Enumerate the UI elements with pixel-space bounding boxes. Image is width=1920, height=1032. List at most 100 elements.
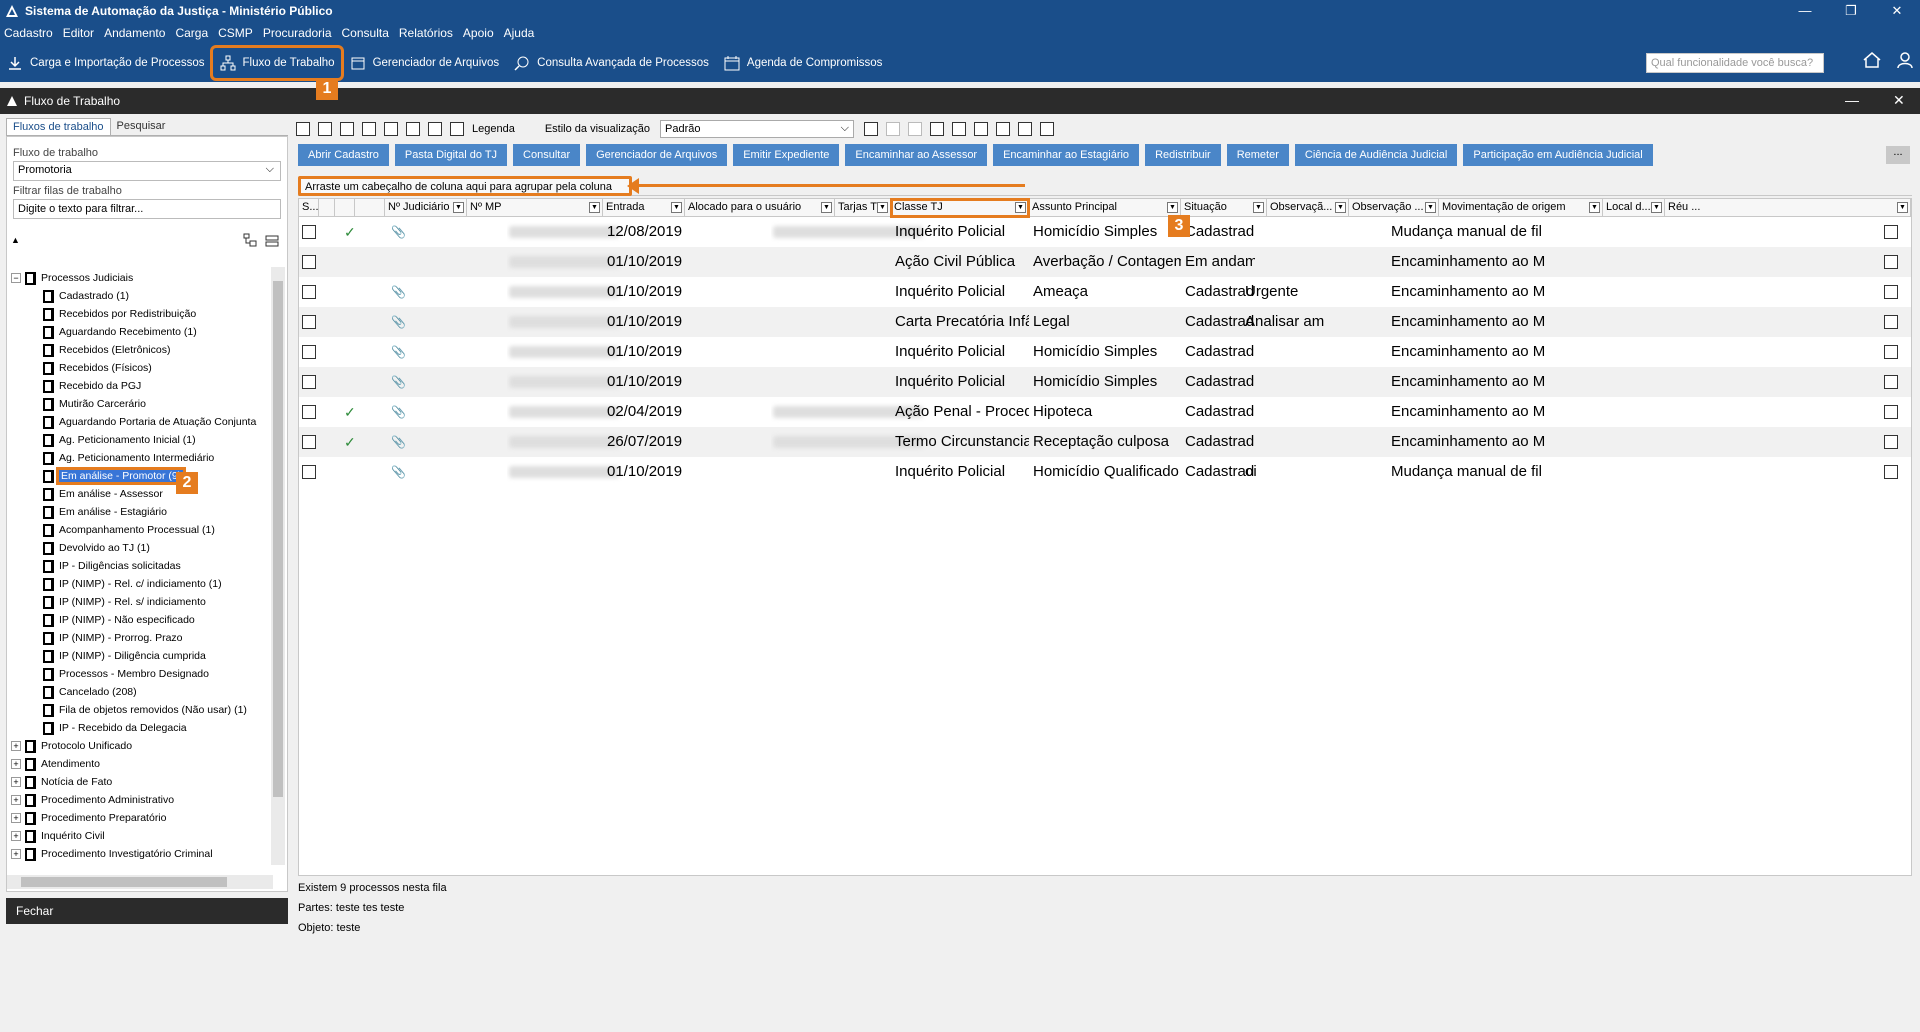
remeter-button[interactable]: Remeter [1226,144,1289,166]
column-header[interactable] [319,199,335,217]
column-header[interactable]: S... [299,199,319,217]
minimize-icon[interactable]: — [1782,3,1828,19]
tree-item[interactable]: IP (NIMP) - Diligência cumprida [7,647,273,665]
table-row[interactable]: 01/10/2019 1 Ação Civil Pública Averbação … [299,247,1911,277]
export-icon[interactable] [406,122,420,136]
tree-item[interactable]: IP - Recebido da Delegacia [7,719,273,737]
tree-item[interactable]: Em análise - Promotor (9) [7,467,273,485]
menu-apoio[interactable]: Apoio [463,26,494,40]
menu-andamento[interactable]: Andamento [104,26,165,40]
fluxo-trabalho-button[interactable]: Fluxo de Trabalho [209,45,344,81]
tree-item[interactable]: + Procedimento Administrativo [7,791,273,809]
tree-item[interactable]: + Procedimento Investigatório Criminal [7,845,273,863]
tree-item[interactable]: Cancelado (208) [7,683,273,701]
collapse-arrow-icon[interactable]: ▲ [11,235,20,245]
reu-checkbox[interactable] [1884,465,1898,479]
tree-item[interactable]: + Protocolo Unificado [7,737,273,755]
menu-cadastro[interactable]: Cadastro [4,26,53,40]
encaminhar-estagiario-button[interactable]: Encaminhar ao Estagiário [993,144,1140,166]
column-header[interactable]: Assunto Principal ▼ [1029,199,1181,217]
filter-dropdown-icon[interactable]: ▼ [1253,202,1264,213]
table-row[interactable]: 📎 01/10/2019 1 Inquérito Policial Homicídio… [299,337,1911,367]
tree-item[interactable]: Ag. Peticionamento Intermediário [7,449,273,467]
close-button[interactable]: Fechar [6,898,288,924]
tree-item[interactable]: IP (NIMP) - Prorrog. Prazo [7,629,273,647]
row-select-checkbox[interactable] [302,465,316,479]
reu-checkbox[interactable] [1884,255,1898,269]
menu-editor[interactable]: Editor [63,26,94,40]
table-row[interactable]: ✓ 📎 02/04/2019 1 Ação Penal - ProcedimeHipo… [299,397,1911,427]
legend-icon[interactable] [450,122,464,136]
tree-item[interactable]: Fila de objetos removidos (Não usar) (1) [7,701,273,719]
stack-icon[interactable] [384,122,398,136]
legend-label[interactable]: Legenda [472,123,515,135]
tab-fluxos[interactable]: Fluxos de trabalho [6,118,111,135]
gerenciador-arquivos-action-button[interactable]: Gerenciador de Arquivos [586,144,728,166]
document-icon[interactable] [952,122,966,136]
tree-item[interactable]: IP (NIMP) - Não especificado [7,611,273,629]
tree-item[interactable]: Recebidos (Físicos) [7,359,273,377]
tree-vertical-scrollbar[interactable] [271,267,285,865]
tree-item[interactable]: Recebido da PGJ [7,377,273,395]
table-row[interactable]: 📎01/10/2019 1Inquérito PolicialAmeaçaCad… [299,277,1911,307]
reu-checkbox[interactable] [1884,225,1898,239]
collapse-tree-icon[interactable] [265,233,279,247]
menu-procuradoria[interactable]: Procuradoria [263,26,332,40]
expand-icon[interactable]: + [11,777,21,787]
feature-search-input[interactable]: Qual funcionalidade você busca? [1646,53,1824,73]
row-select-checkbox[interactable] [302,435,316,449]
menu-relatorios[interactable]: Relatórios [399,26,453,40]
tree-item[interactable]: + Inquérito Civil [7,827,273,845]
expand-icon[interactable]: + [11,795,21,805]
filter-dropdown-icon[interactable]: ▼ [1425,202,1436,213]
column-header[interactable]: Classe TJ ▼ [890,198,1030,218]
expand-icon[interactable]: + [11,759,21,769]
menu-consulta[interactable]: Consulta [342,26,389,40]
expand-icon[interactable]: + [11,849,21,859]
carga-importacao-button[interactable]: Carga e Importação de Processos [0,48,211,78]
abrir-cadastro-button[interactable]: Abrir Cadastro [298,144,389,166]
tree-item[interactable]: Aguardando Portaria de Atuação Conjunta [7,413,273,431]
column-header[interactable] [355,199,385,217]
tree-item[interactable]: Processos - Membro Designado [7,665,273,683]
reu-checkbox[interactable] [1884,345,1898,359]
table-row[interactable]: ✓ 📎 12/08/2019 1 Inquérito Policial Homicídi… [299,217,1911,247]
tree-item[interactable]: IP (NIMP) - Rel. s/ indiciamento [7,593,273,611]
panel-minimize-icon[interactable]: — [1845,92,1859,108]
row-select-checkbox[interactable] [302,225,316,239]
column-header[interactable]: Nº MP ▼ [467,199,603,217]
column-header[interactable]: Observaçã... ▼ [1267,199,1349,217]
column-header[interactable]: Situação ▼ [1181,199,1267,217]
collapse-icon[interactable]: − [11,273,21,283]
column-header[interactable]: Entrada ▼ [603,199,685,217]
tab-pesquisar[interactable]: Pesquisar [111,118,172,135]
tree-horizontal-scrollbar[interactable] [7,875,273,889]
menu-csmp[interactable]: CSMP [218,26,253,40]
menu-carga[interactable]: Carga [175,26,208,40]
tree-item[interactable]: − Processos Judiciais [7,269,273,287]
tree-item[interactable]: + Procedimento Preparatório [7,809,273,827]
download-doc-icon[interactable] [428,122,442,136]
consulta-avancada-button[interactable]: Consulta Avançada de Processos [507,48,715,78]
tree-item[interactable]: Acompanhamento Processual (1) [7,521,273,539]
tree-item[interactable]: + Atendimento [7,755,273,773]
print-icon[interactable] [1040,122,1054,136]
expand-icon[interactable]: + [11,813,21,823]
column-header[interactable]: Observação ... ▼ [1349,199,1439,217]
tree-item[interactable]: Mutirão Carcerário [7,395,273,413]
ciencia-audiencia-button[interactable]: Ciência de Audiência Judicial [1294,144,1458,166]
tree-item[interactable]: Cadastrado (1) [7,287,273,305]
user-icon[interactable] [1896,50,1916,70]
expand-icon[interactable]: + [11,741,21,751]
table-row[interactable]: 📎 01/10/2019 1 Inquérito Policial Homicídio… [299,457,1911,487]
new-document-icon[interactable] [296,122,310,136]
column-header[interactable]: Local d... ▼ [1603,199,1665,217]
reu-checkbox[interactable] [1884,285,1898,299]
tree-item[interactable]: + Notícia de Fato [7,773,273,791]
home-icon[interactable] [1862,50,1882,70]
row-select-checkbox[interactable] [302,405,316,419]
tree-item[interactable]: Aguardando Recebimento (1) [7,323,273,341]
reu-checkbox[interactable] [1884,435,1898,449]
columns-icon[interactable] [974,122,988,136]
tree-item[interactable]: IP (NIMP) - Rel. c/ indiciamento (1) [7,575,273,593]
